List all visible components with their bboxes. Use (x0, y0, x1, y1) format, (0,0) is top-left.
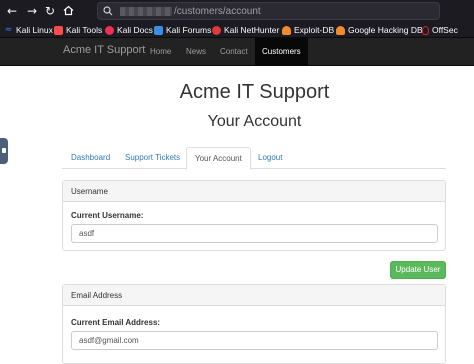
kali-linux-icon: ≈ (4, 24, 13, 35)
kali-forums-icon (154, 25, 163, 35)
username-field[interactable]: asdf (71, 224, 438, 243)
nav-link-home[interactable]: Home (143, 38, 178, 66)
bookmark-offsec[interactable]: OffSec (422, 23, 458, 37)
bookmark-kali-forums[interactable]: Kali Forums (154, 23, 211, 37)
update-user-button[interactable]: Update User (390, 261, 446, 279)
reload-icon[interactable]: ↻ (42, 3, 58, 19)
bookmark-kali-linux[interactable]: ≈ Kali Linux (4, 23, 53, 37)
browser-toolbar: ← → ↻ /customers/account (0, 0, 474, 22)
bookmark-label: Kali Docs (117, 25, 153, 35)
kali-docs-icon (105, 25, 114, 35)
navbar-brand[interactable]: Acme IT Support (63, 44, 145, 56)
bookmark-label: OffSec (432, 25, 458, 35)
address-bar[interactable]: /customers/account (97, 2, 440, 20)
bookmark-label: Exploit-DB (294, 25, 335, 35)
ghdb-icon (336, 25, 345, 35)
kali-nethunter-icon (212, 25, 221, 35)
bookmark-label: Google Hacking DB (348, 25, 423, 35)
tab-logout[interactable]: Logout (250, 147, 290, 169)
tab-dashboard[interactable]: Dashboard (63, 147, 118, 169)
bookmark-label: Kali Linux (16, 25, 53, 35)
email-field[interactable]: asdf@gmail.com (71, 331, 438, 350)
tab-support-tickets[interactable]: Support Tickets (117, 147, 188, 169)
sidebar-toggle-handle[interactable] (0, 138, 8, 164)
bookmark-label: Kali NetHunter (224, 25, 280, 35)
bookmark-kali-docs[interactable]: Kali Docs (105, 23, 153, 37)
tab-your-account[interactable]: Your Account (186, 147, 251, 170)
account-tabs: Dashboard Support Tickets Your Account L… (62, 147, 446, 170)
bookmark-exploit-db[interactable]: Exploit-DB (282, 23, 334, 37)
search-icon (103, 4, 117, 18)
redacted-host (120, 7, 172, 16)
nav-link-news[interactable]: News (179, 38, 213, 66)
nav-link-customers[interactable]: Customers (255, 38, 308, 66)
bookmarks-bar: ≈ Kali Linux Kali Tools Kali Docs Kali F… (0, 22, 474, 38)
username-panel: Username Current Username: asdf (62, 180, 446, 251)
exploit-db-icon (282, 25, 291, 35)
nav-link-contact[interactable]: Contact (213, 38, 255, 66)
bookmark-kali-tools[interactable]: Kali Tools (54, 23, 102, 37)
offsec-icon (422, 25, 429, 35)
bookmark-label: Kali Forums (166, 25, 212, 35)
email-panel-heading: Email Address (63, 285, 445, 306)
forward-icon[interactable]: → (24, 3, 40, 19)
page-title: Acme IT Support (179, 81, 330, 103)
url-path: /customers/account (174, 6, 261, 17)
back-icon[interactable]: ← (4, 3, 20, 19)
bookmark-kali-nethunter[interactable]: Kali NetHunter (212, 23, 279, 37)
kali-tools-icon (54, 25, 63, 35)
username-panel-heading: Username (63, 181, 445, 202)
site-navbar: Acme IT Support Home News Contact Custom… (0, 38, 474, 66)
bookmark-ghdb[interactable]: Google Hacking DB (336, 23, 423, 37)
current-email-label: Current Email Address: (71, 318, 161, 327)
bookmark-label: Kali Tools (66, 25, 103, 35)
email-panel: Email Address Current Email Address: asd… (62, 284, 446, 364)
current-username-label: Current Username: (71, 211, 144, 220)
home-icon[interactable] (60, 3, 76, 19)
page-subtitle: Your Account (207, 113, 302, 130)
